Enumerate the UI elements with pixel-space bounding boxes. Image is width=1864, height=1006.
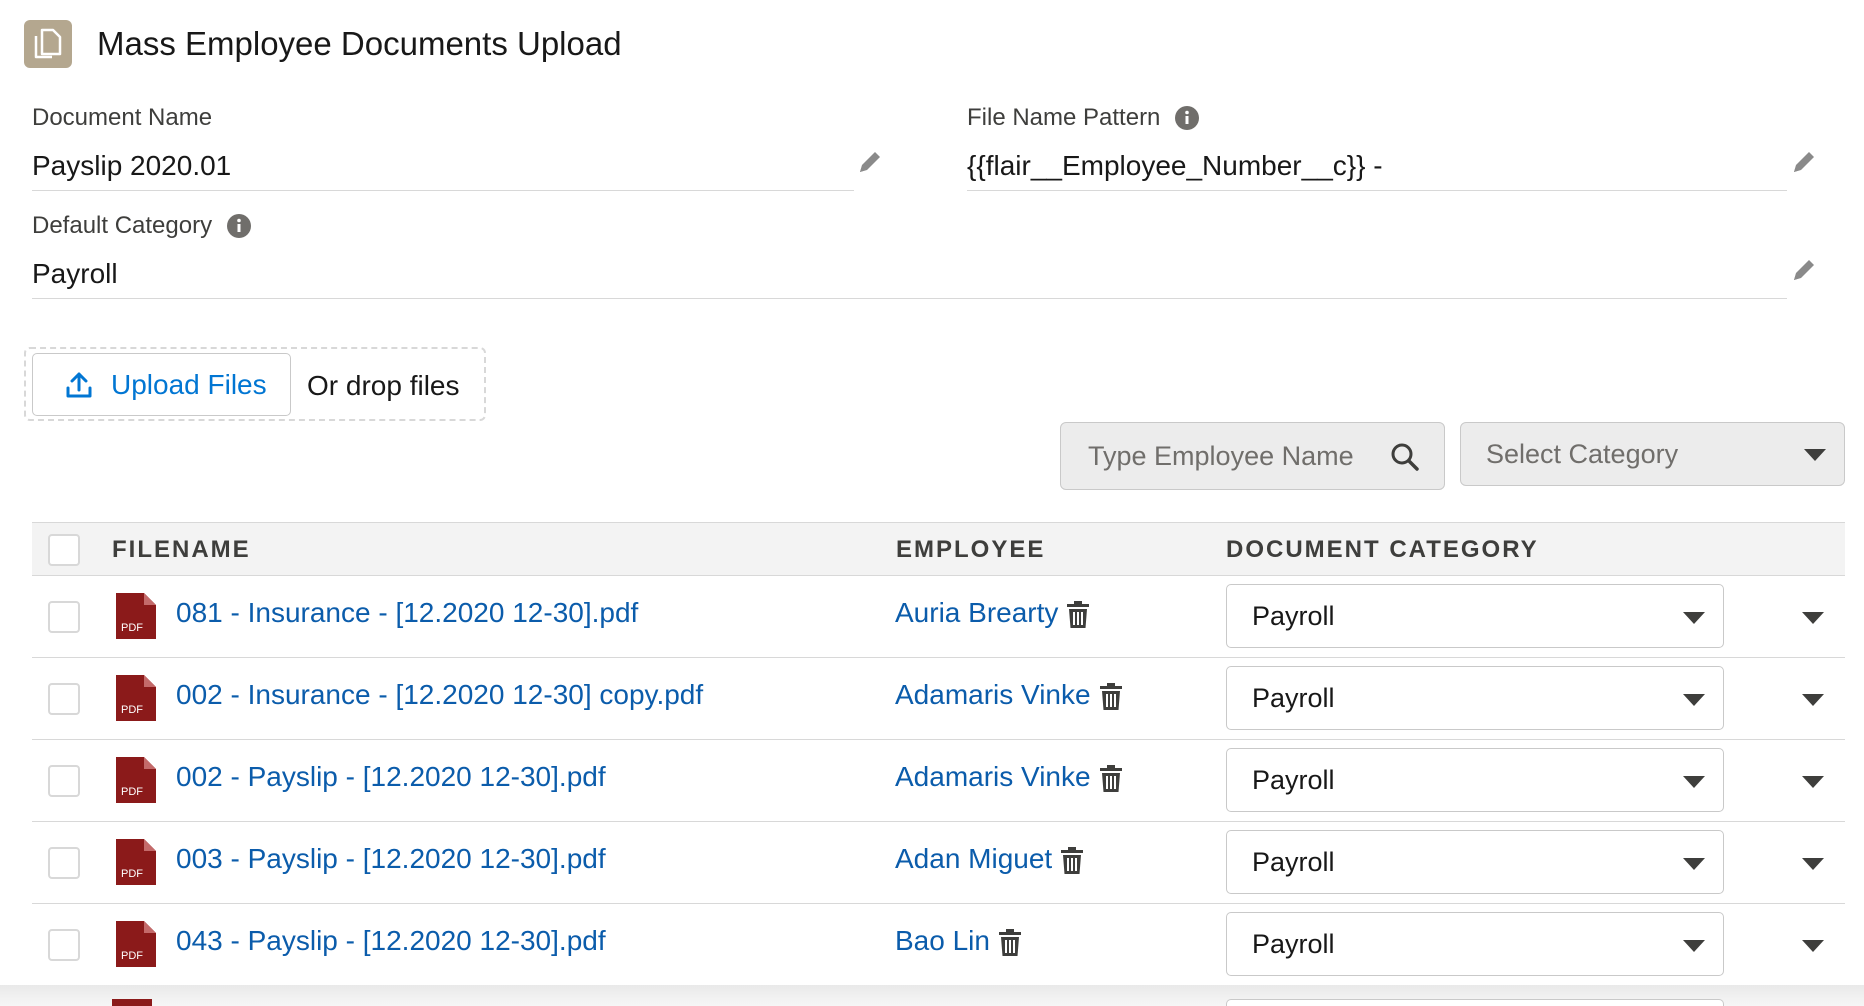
trash-icon[interactable] <box>998 929 1022 957</box>
file-name-pattern-value[interactable]: {{flair__Employee_Number__c}} - <box>967 146 1787 191</box>
page-header: Mass Employee Documents Upload <box>24 20 622 68</box>
row-actions-icon[interactable] <box>1802 858 1824 870</box>
chevron-down-icon <box>1683 858 1705 870</box>
info-icon[interactable] <box>226 213 252 239</box>
row-category-value: Payroll <box>1252 765 1335 795</box>
table-row: PDF 002 - Insurance - [12.2020 12-30] co… <box>32 658 1845 740</box>
employee-link[interactable]: Adan Miguet <box>895 843 1052 875</box>
search-icon[interactable] <box>1390 442 1420 477</box>
trash-icon[interactable] <box>1099 765 1123 793</box>
edit-document-name-icon[interactable] <box>856 148 884 176</box>
category-filter-placeholder: Select Category <box>1486 439 1679 469</box>
row-category-value: Payroll <box>1252 847 1335 877</box>
page-title: Mass Employee Documents Upload <box>97 25 622 62</box>
svg-text:PDF: PDF <box>121 786 143 798</box>
chevron-down-icon <box>1804 449 1826 461</box>
upload-icon <box>66 372 92 397</box>
upload-files-button[interactable]: Upload Files <box>32 353 291 416</box>
file-link[interactable]: 002 - Payslip - [12.2020 12-30].pdf <box>176 761 606 793</box>
row-category-select[interactable]: Payroll <box>1226 748 1724 812</box>
file-dropzone[interactable]: Upload Files Or drop files <box>24 347 486 421</box>
row-category-select[interactable]: Payroll <box>1226 666 1724 730</box>
edit-file-name-pattern-icon[interactable] <box>1790 148 1818 176</box>
document-icon <box>24 20 72 68</box>
row-actions-icon[interactable] <box>1802 612 1824 624</box>
document-name-field: Document Name Payslip 2020.01 <box>32 104 854 194</box>
pdf-file-icon: PDF <box>114 673 158 728</box>
svg-text:PDF: PDF <box>121 950 143 962</box>
upload-files-label: Upload Files <box>111 368 267 400</box>
scroll-fade <box>0 985 1864 1006</box>
info-icon[interactable] <box>1174 105 1200 131</box>
row-actions-icon[interactable] <box>1802 776 1824 788</box>
employee-link[interactable]: Adamaris Vinke <box>895 761 1091 793</box>
document-name-value[interactable]: Payslip 2020.01 <box>32 146 854 191</box>
row-checkbox[interactable] <box>48 601 80 633</box>
chevron-down-icon <box>1683 776 1705 788</box>
category-filter-select[interactable]: Select Category <box>1460 422 1845 486</box>
svg-text:PDF: PDF <box>121 868 143 880</box>
row-category-select[interactable]: Payroll <box>1226 912 1724 976</box>
svg-text:PDF: PDF <box>121 704 143 716</box>
default-category-field: Default Category Payroll <box>32 212 1787 302</box>
column-header-category[interactable]: DOCUMENT CATEGORY <box>1226 536 1539 564</box>
file-link[interactable]: 003 - Payslip - [12.2020 12-30].pdf <box>176 843 606 875</box>
pdf-file-icon <box>112 999 152 1006</box>
document-name-label: Document Name <box>32 104 213 131</box>
column-header-employee[interactable]: EMPLOYEE <box>896 536 1045 564</box>
pdf-file-icon: PDF <box>114 837 158 892</box>
row-checkbox[interactable] <box>48 929 80 961</box>
table-header: FILENAME EMPLOYEE DOCUMENT CATEGORY <box>32 522 1845 576</box>
pdf-file-icon: PDF <box>114 591 158 646</box>
row-checkbox[interactable] <box>48 847 80 879</box>
file-name-pattern-field: File Name Pattern {{flair__Employee_Numb… <box>967 104 1787 194</box>
file-link[interactable]: 081 - Insurance - [12.2020 12-30].pdf <box>176 597 638 629</box>
table-row: PDF 081 - Insurance - [12.2020 12-30].pd… <box>32 576 1845 658</box>
chevron-down-icon <box>1683 612 1705 624</box>
table-row: PDF 002 - Payslip - [12.2020 12-30].pdf … <box>32 740 1845 822</box>
employee-search-input[interactable] <box>1086 439 1376 473</box>
employee-link[interactable]: Auria Brearty <box>895 597 1058 629</box>
pdf-file-icon: PDF <box>114 919 158 974</box>
trash-icon[interactable] <box>1066 601 1090 629</box>
select-all-checkbox[interactable] <box>48 534 80 566</box>
file-link[interactable]: 043 - Payslip - [12.2020 12-30].pdf <box>176 925 606 957</box>
employee-link[interactable]: Adamaris Vinke <box>895 679 1091 711</box>
row-checkbox[interactable] <box>48 683 80 715</box>
default-category-value[interactable]: Payroll <box>32 254 1787 299</box>
row-category-value: Payroll <box>1252 929 1335 959</box>
employee-link[interactable]: Bao Lin <box>895 925 990 957</box>
row-category-select[interactable]: Payroll <box>1226 584 1724 648</box>
row-category-select[interactable] <box>1226 999 1724 1006</box>
pdf-file-icon: PDF <box>114 755 158 810</box>
documents-table: FILENAME EMPLOYEE DOCUMENT CATEGORY PDF … <box>32 522 1845 986</box>
employee-search-box[interactable] <box>1060 422 1445 490</box>
table-row: PDF 003 - Payslip - [12.2020 12-30].pdf … <box>32 822 1845 904</box>
edit-default-category-icon[interactable] <box>1790 256 1818 284</box>
row-category-select[interactable]: Payroll <box>1226 830 1724 894</box>
row-actions-icon[interactable] <box>1802 694 1824 706</box>
row-category-value: Payroll <box>1252 683 1335 713</box>
drop-files-text: Or drop files <box>307 370 460 401</box>
table-row: PDF 043 - Payslip - [12.2020 12-30].pdf … <box>32 904 1845 986</box>
row-category-value: Payroll <box>1252 601 1335 631</box>
svg-text:PDF: PDF <box>121 622 143 634</box>
column-header-filename[interactable]: FILENAME <box>112 536 251 564</box>
default-category-label: Default Category <box>32 212 213 239</box>
chevron-down-icon <box>1683 694 1705 706</box>
file-link[interactable]: 002 - Insurance - [12.2020 12-30] copy.p… <box>176 679 703 711</box>
chevron-down-icon <box>1683 940 1705 952</box>
row-checkbox[interactable] <box>48 765 80 797</box>
trash-icon[interactable] <box>1060 847 1084 875</box>
row-actions-icon[interactable] <box>1802 940 1824 952</box>
file-name-pattern-label: File Name Pattern <box>967 104 1161 131</box>
trash-icon[interactable] <box>1099 683 1123 711</box>
